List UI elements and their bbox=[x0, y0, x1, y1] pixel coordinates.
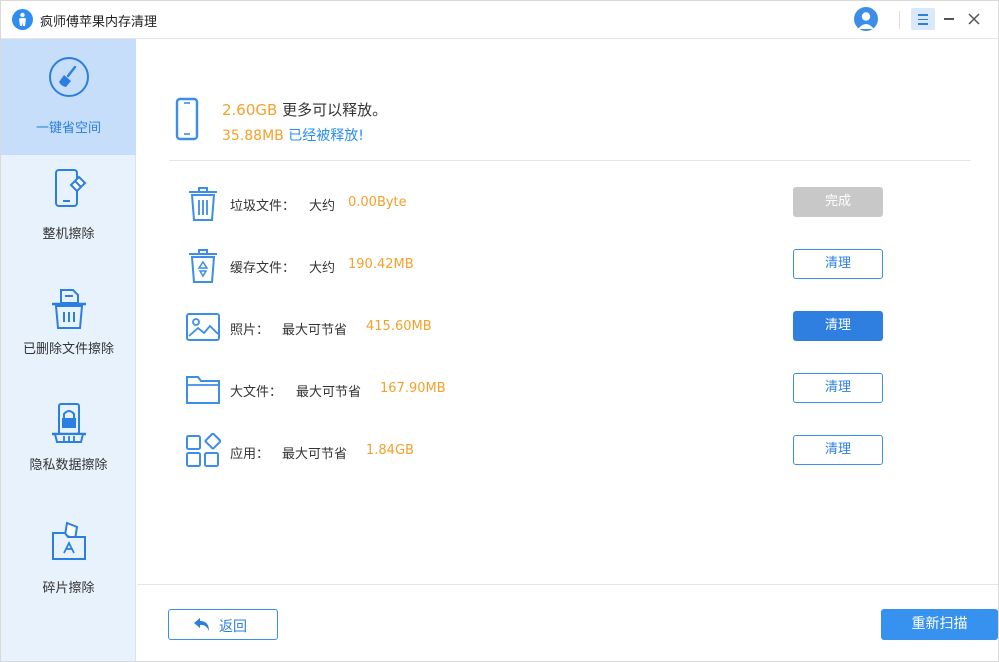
rescan-button[interactable]: 重新扫描 bbox=[881, 609, 998, 640]
back-button[interactable]: 返回 bbox=[168, 609, 278, 640]
clean-button[interactable]: 清理 bbox=[793, 249, 883, 279]
back-button-label: 返回 bbox=[219, 619, 247, 635]
sidebar: 一键省空间 整机擦除 已删除文件擦除 隐私数据擦除 碎片擦除 bbox=[1, 39, 136, 661]
done-button[interactable]: 完成 bbox=[793, 187, 883, 217]
divider bbox=[169, 160, 971, 161]
apps-icon bbox=[185, 432, 222, 469]
list-item-large-files: 大文件： 最大可节省 167.90MB 清理 bbox=[137, 369, 998, 409]
list-item-junk-files: 垃圾文件： 大约 0.00Byte 完成 bbox=[137, 183, 998, 223]
deleted-file-icon bbox=[47, 287, 91, 331]
sidebar-item-deleted-file-erase[interactable]: 已删除文件擦除 bbox=[1, 271, 136, 387]
recycle-bin-icon bbox=[185, 247, 221, 283]
sidebar-item-one-click-save[interactable]: 一键省空间 bbox=[1, 39, 136, 155]
row-description: 最大可节省 bbox=[282, 447, 348, 462]
row-label: 应用： bbox=[230, 447, 270, 462]
row-description: 最大可节省 bbox=[282, 323, 348, 338]
fragment-folder-icon bbox=[47, 519, 91, 563]
row-label: 缓存文件： bbox=[230, 261, 296, 276]
menu-icon[interactable] bbox=[911, 8, 935, 30]
sidebar-item-privacy-erase[interactable]: 隐私数据擦除 bbox=[1, 387, 136, 503]
sidebar-item-label: 整机擦除 bbox=[42, 227, 95, 242]
list-item-apps: 应用： 最大可节省 1.84GB 清理 bbox=[137, 431, 998, 471]
freed-summary: 35.88MB 已经被释放! bbox=[222, 125, 364, 145]
main-panel: 2.60GB 更多可以释放。 35.88MB 已经被释放! 垃圾文件： 大约 0… bbox=[137, 39, 998, 661]
list-item-cache-files: 缓存文件： 大约 190.42MB 清理 bbox=[137, 245, 998, 285]
row-label: 大文件： bbox=[230, 385, 283, 400]
sidebar-item-label: 已删除文件擦除 bbox=[22, 342, 114, 357]
broom-icon bbox=[47, 55, 91, 99]
photo-icon bbox=[185, 309, 221, 345]
clean-button[interactable]: 清理 bbox=[793, 373, 883, 403]
footer-divider bbox=[137, 584, 998, 585]
back-arrow-icon bbox=[194, 618, 209, 631]
row-description: 最大可节省 bbox=[296, 385, 362, 400]
clean-button[interactable]: 清理 bbox=[793, 311, 883, 341]
row-size: 0.00Byte bbox=[348, 195, 407, 210]
user-account-icon[interactable] bbox=[854, 7, 878, 31]
title-bar: 疯师傅苹果内存清理 bbox=[1, 1, 998, 39]
row-size: 1.84GB bbox=[366, 443, 414, 458]
sidebar-item-device-erase[interactable]: 整机擦除 bbox=[1, 155, 136, 271]
phone-erase-icon bbox=[47, 167, 91, 211]
clean-button[interactable]: 清理 bbox=[793, 435, 883, 465]
row-description: 大约 bbox=[309, 261, 336, 276]
close-icon[interactable] bbox=[964, 8, 984, 30]
phone-icon bbox=[175, 97, 199, 141]
title-separator bbox=[899, 11, 900, 29]
app-window: 疯师傅苹果内存清理 一键省空间 整机擦除 已删除文件擦除 隐私数据擦除 碎片擦除… bbox=[0, 0, 999, 662]
app-title: 疯师傅苹果内存清理 bbox=[40, 15, 158, 30]
row-size: 190.42MB bbox=[348, 257, 414, 272]
minimize-icon[interactable] bbox=[939, 8, 959, 30]
row-description: 大约 bbox=[309, 199, 336, 214]
freeable-summary: 2.60GB 更多可以释放。 bbox=[222, 99, 387, 120]
freeable-text: 更多可以释放。 bbox=[282, 101, 388, 119]
freed-amount: 35.88MB bbox=[222, 128, 284, 144]
sidebar-item-label: 碎片擦除 bbox=[42, 581, 95, 596]
list-item-photos: 照片： 最大可节省 415.60MB 清理 bbox=[137, 307, 998, 347]
sidebar-item-label: 一键省空间 bbox=[35, 121, 101, 136]
row-label: 垃圾文件： bbox=[230, 199, 296, 214]
row-size: 167.90MB bbox=[380, 381, 446, 396]
freeable-amount: 2.60GB bbox=[222, 101, 278, 119]
folder-icon bbox=[185, 371, 221, 407]
privacy-lock-icon bbox=[47, 401, 91, 445]
trash-can-icon bbox=[185, 185, 221, 221]
sidebar-item-fragment-erase[interactable]: 碎片擦除 bbox=[1, 503, 136, 619]
sidebar-item-label: 隐私数据擦除 bbox=[29, 458, 108, 473]
freed-text: 已经被释放! bbox=[288, 128, 364, 144]
row-size: 415.60MB bbox=[366, 319, 432, 334]
row-label: 照片： bbox=[230, 323, 270, 338]
app-logo-icon bbox=[12, 9, 33, 30]
